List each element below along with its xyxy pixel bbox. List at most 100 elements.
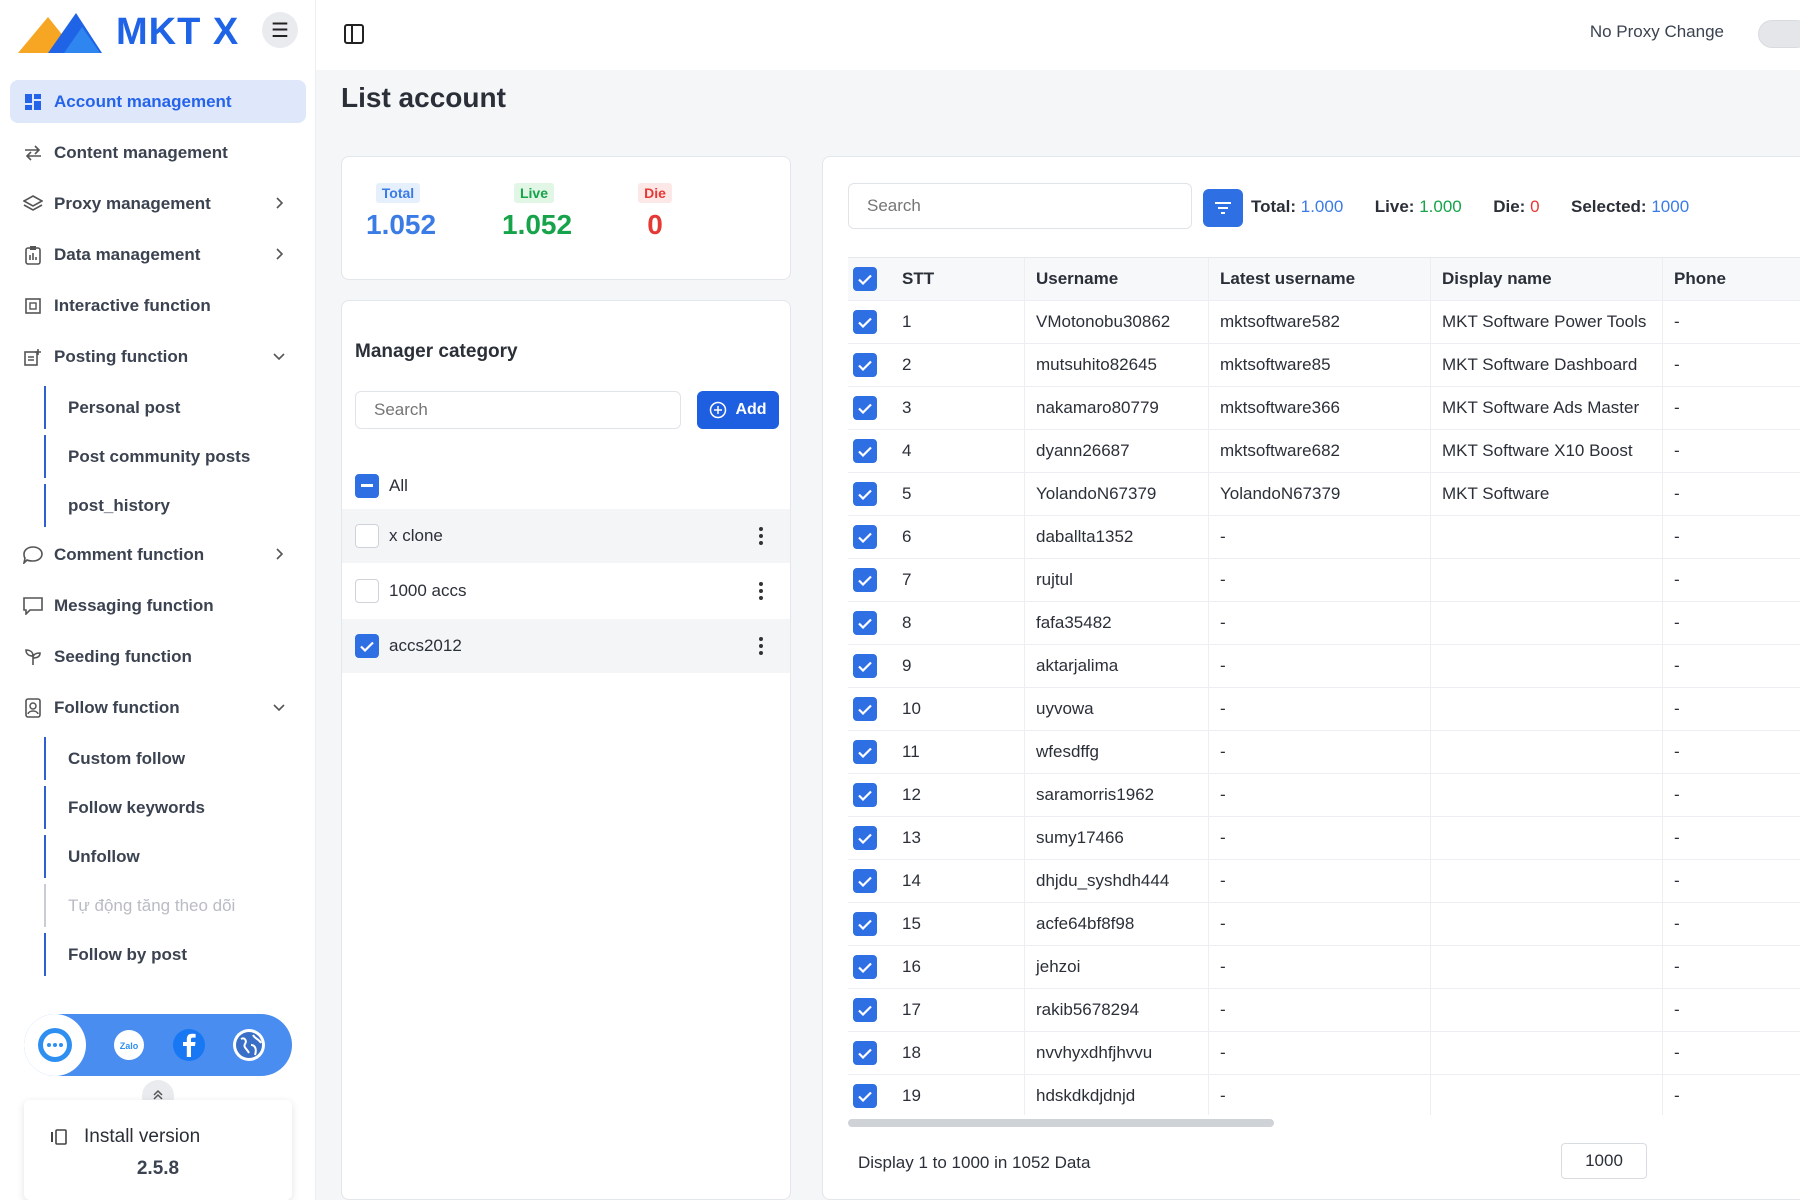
sidebar-item-follow-function[interactable]: Follow function (10, 686, 306, 729)
sidebar-subitem-personal-post[interactable]: Personal post (44, 386, 306, 429)
sidebar-item-interactive-function[interactable]: Interactive function (10, 284, 306, 327)
sidebar-subitem-follow-by-post[interactable]: Follow by post (44, 933, 306, 976)
logo[interactable]: MKT X (18, 8, 248, 56)
more-vertical-icon[interactable] (758, 580, 764, 602)
row-checkbox[interactable] (853, 654, 877, 678)
cell-latest-username: - (1209, 645, 1431, 687)
column-header-latest-username[interactable]: Latest username (1209, 258, 1431, 300)
table-row[interactable]: 19 hdskdkdjdnjd - - (848, 1075, 1800, 1115)
column-header-phone[interactable]: Phone (1663, 258, 1800, 300)
table-row[interactable]: 13 sumy17466- - (848, 817, 1800, 860)
row-checkbox[interactable] (853, 1084, 877, 1108)
table-row[interactable]: 5 YolandoN67379 YolandoN67379 MKT Software - (848, 473, 1800, 516)
table-row[interactable]: 2 mutsuhito82645 mktsoftware85 MKT Software… (848, 344, 1800, 387)
support-chat-icon[interactable] (24, 1014, 86, 1076)
category-checkbox[interactable] (355, 524, 379, 548)
table-row[interactable]: 6 daballta1352- - (848, 516, 1800, 559)
column-header-display-name[interactable]: Display name (1431, 258, 1663, 300)
sidebar-item-account-management[interactable]: Account management (10, 80, 306, 123)
sidebar-item-data-management[interactable]: Data management (10, 233, 306, 276)
table-row[interactable]: 10 uyvowa - - (848, 688, 1800, 731)
globe-icon[interactable] (226, 1022, 272, 1068)
cell-stt: 3 (888, 387, 1025, 429)
cell-username: daballta1352 (1025, 516, 1209, 558)
row-checkbox[interactable] (853, 912, 877, 936)
sidebar-item-proxy-management[interactable]: Proxy management (10, 182, 306, 225)
cell-stt: 16 (888, 946, 1025, 988)
layout-toggle-icon[interactable] (342, 22, 366, 46)
row-checkbox[interactable] (853, 869, 877, 893)
sidebar-item-posting-function[interactable]: Posting function (10, 335, 306, 378)
table-row[interactable]: 15 acfe64bf8f98- - (848, 903, 1800, 946)
filter-button[interactable] (1203, 189, 1243, 227)
table-row[interactable]: 12 saramorris1962- - (848, 774, 1800, 817)
page-size-select[interactable]: 1000 (1561, 1143, 1647, 1179)
table-row[interactable]: 1 VMotonobu30862 mktsoftware582 MKT Softwar… (848, 301, 1800, 344)
all-checkbox-indeterminate[interactable] (355, 474, 379, 498)
column-header-stt[interactable]: STT (888, 258, 1025, 300)
more-vertical-icon[interactable] (758, 635, 764, 657)
sidebar-subitem-unfollow[interactable]: Unfollow (44, 835, 306, 878)
select-all-checkbox[interactable] (853, 267, 877, 291)
sidebar-item-seeding-function[interactable]: Seeding function (10, 635, 306, 678)
sidebar-subitem-custom-follow[interactable]: Custom follow (44, 737, 306, 780)
row-checkbox[interactable] (853, 955, 877, 979)
sidebar-item-messaging-function[interactable]: Messaging function (10, 584, 306, 627)
sidebar-item-comment-function[interactable]: Comment function (10, 533, 306, 576)
stat-die: Die 0 (634, 183, 676, 241)
row-checkbox[interactable] (853, 697, 877, 721)
cell-username: dyann26687 (1025, 430, 1209, 472)
category-row[interactable]: x clone (342, 509, 790, 563)
more-vertical-icon[interactable] (758, 525, 764, 547)
row-checkbox[interactable] (853, 826, 877, 850)
table-row[interactable]: 17 rakib5678294- - (848, 989, 1800, 1032)
row-checkbox[interactable] (853, 998, 877, 1022)
sidebar-item-content-management[interactable]: Content management (10, 131, 306, 174)
cell-stt: 13 (888, 817, 1025, 859)
proxy-change-toggle[interactable] (1758, 20, 1800, 48)
facebook-icon[interactable] (166, 1022, 212, 1068)
table-row[interactable]: 14 dhjdu_syshdh444- - (848, 860, 1800, 903)
table-row[interactable]: 16 jehzoi - - (848, 946, 1800, 989)
category-row[interactable]: accs2012 (342, 619, 790, 673)
row-checkbox[interactable] (853, 568, 877, 592)
column-header-username[interactable]: Username (1025, 258, 1209, 300)
row-checkbox[interactable] (853, 783, 877, 807)
sidebar-item-label: Interactive function (54, 295, 211, 315)
menu-toggle-button[interactable]: ☰ (262, 12, 298, 48)
row-checkbox[interactable] (853, 1041, 877, 1065)
table-row[interactable]: 4 dyann26687 mktsoftware682 MKT Software X1… (848, 430, 1800, 473)
row-checkbox[interactable] (853, 482, 877, 506)
chevron-down-icon (270, 698, 288, 716)
row-checkbox[interactable] (853, 310, 877, 334)
category-search-input[interactable] (355, 391, 681, 429)
account-search-input[interactable] (848, 183, 1192, 229)
row-checkbox[interactable] (853, 439, 877, 463)
row-checkbox[interactable] (853, 611, 877, 635)
category-checkbox[interactable] (355, 579, 379, 603)
table-row[interactable]: 7 rujtul - - (848, 559, 1800, 602)
table-row[interactable]: 8 fafa35482- - (848, 602, 1800, 645)
table-row[interactable]: 11 wfesdffg - - (848, 731, 1800, 774)
cell-display-name: MKT Software X10 Boost (1431, 430, 1663, 472)
install-version-card[interactable]: Install version 2.5.8 (24, 1100, 292, 1200)
table-row[interactable]: 9 aktarjalima - - (848, 645, 1800, 688)
total-badge: Total (375, 183, 421, 203)
sidebar-subitem-post-history[interactable]: post_history (44, 484, 306, 527)
zalo-icon[interactable]: Zalo (106, 1022, 152, 1068)
row-checkbox[interactable] (853, 525, 877, 549)
horizontal-scrollbar[interactable] (848, 1119, 1274, 1127)
cell-display-name (1431, 602, 1663, 644)
sidebar-subitem-post-community-posts[interactable]: Post community posts (44, 435, 306, 478)
category-checkbox-checked[interactable] (355, 634, 379, 658)
add-category-button[interactable]: Add (697, 391, 779, 429)
category-row[interactable]: 1000 accs (342, 564, 790, 618)
row-checkbox[interactable] (853, 740, 877, 764)
sidebar-subitem-follow-keywords[interactable]: Follow keywords (44, 786, 306, 829)
table-row[interactable]: 18 nvvhyxdhfjhvvu - - (848, 1032, 1800, 1075)
row-checkbox[interactable] (853, 353, 877, 377)
cell-stt: 7 (888, 559, 1025, 601)
table-row[interactable]: 3 nakamaro80779 mktsoftware366 MKT Software… (848, 387, 1800, 430)
category-row-all[interactable]: All (342, 459, 790, 513)
row-checkbox[interactable] (853, 396, 877, 420)
